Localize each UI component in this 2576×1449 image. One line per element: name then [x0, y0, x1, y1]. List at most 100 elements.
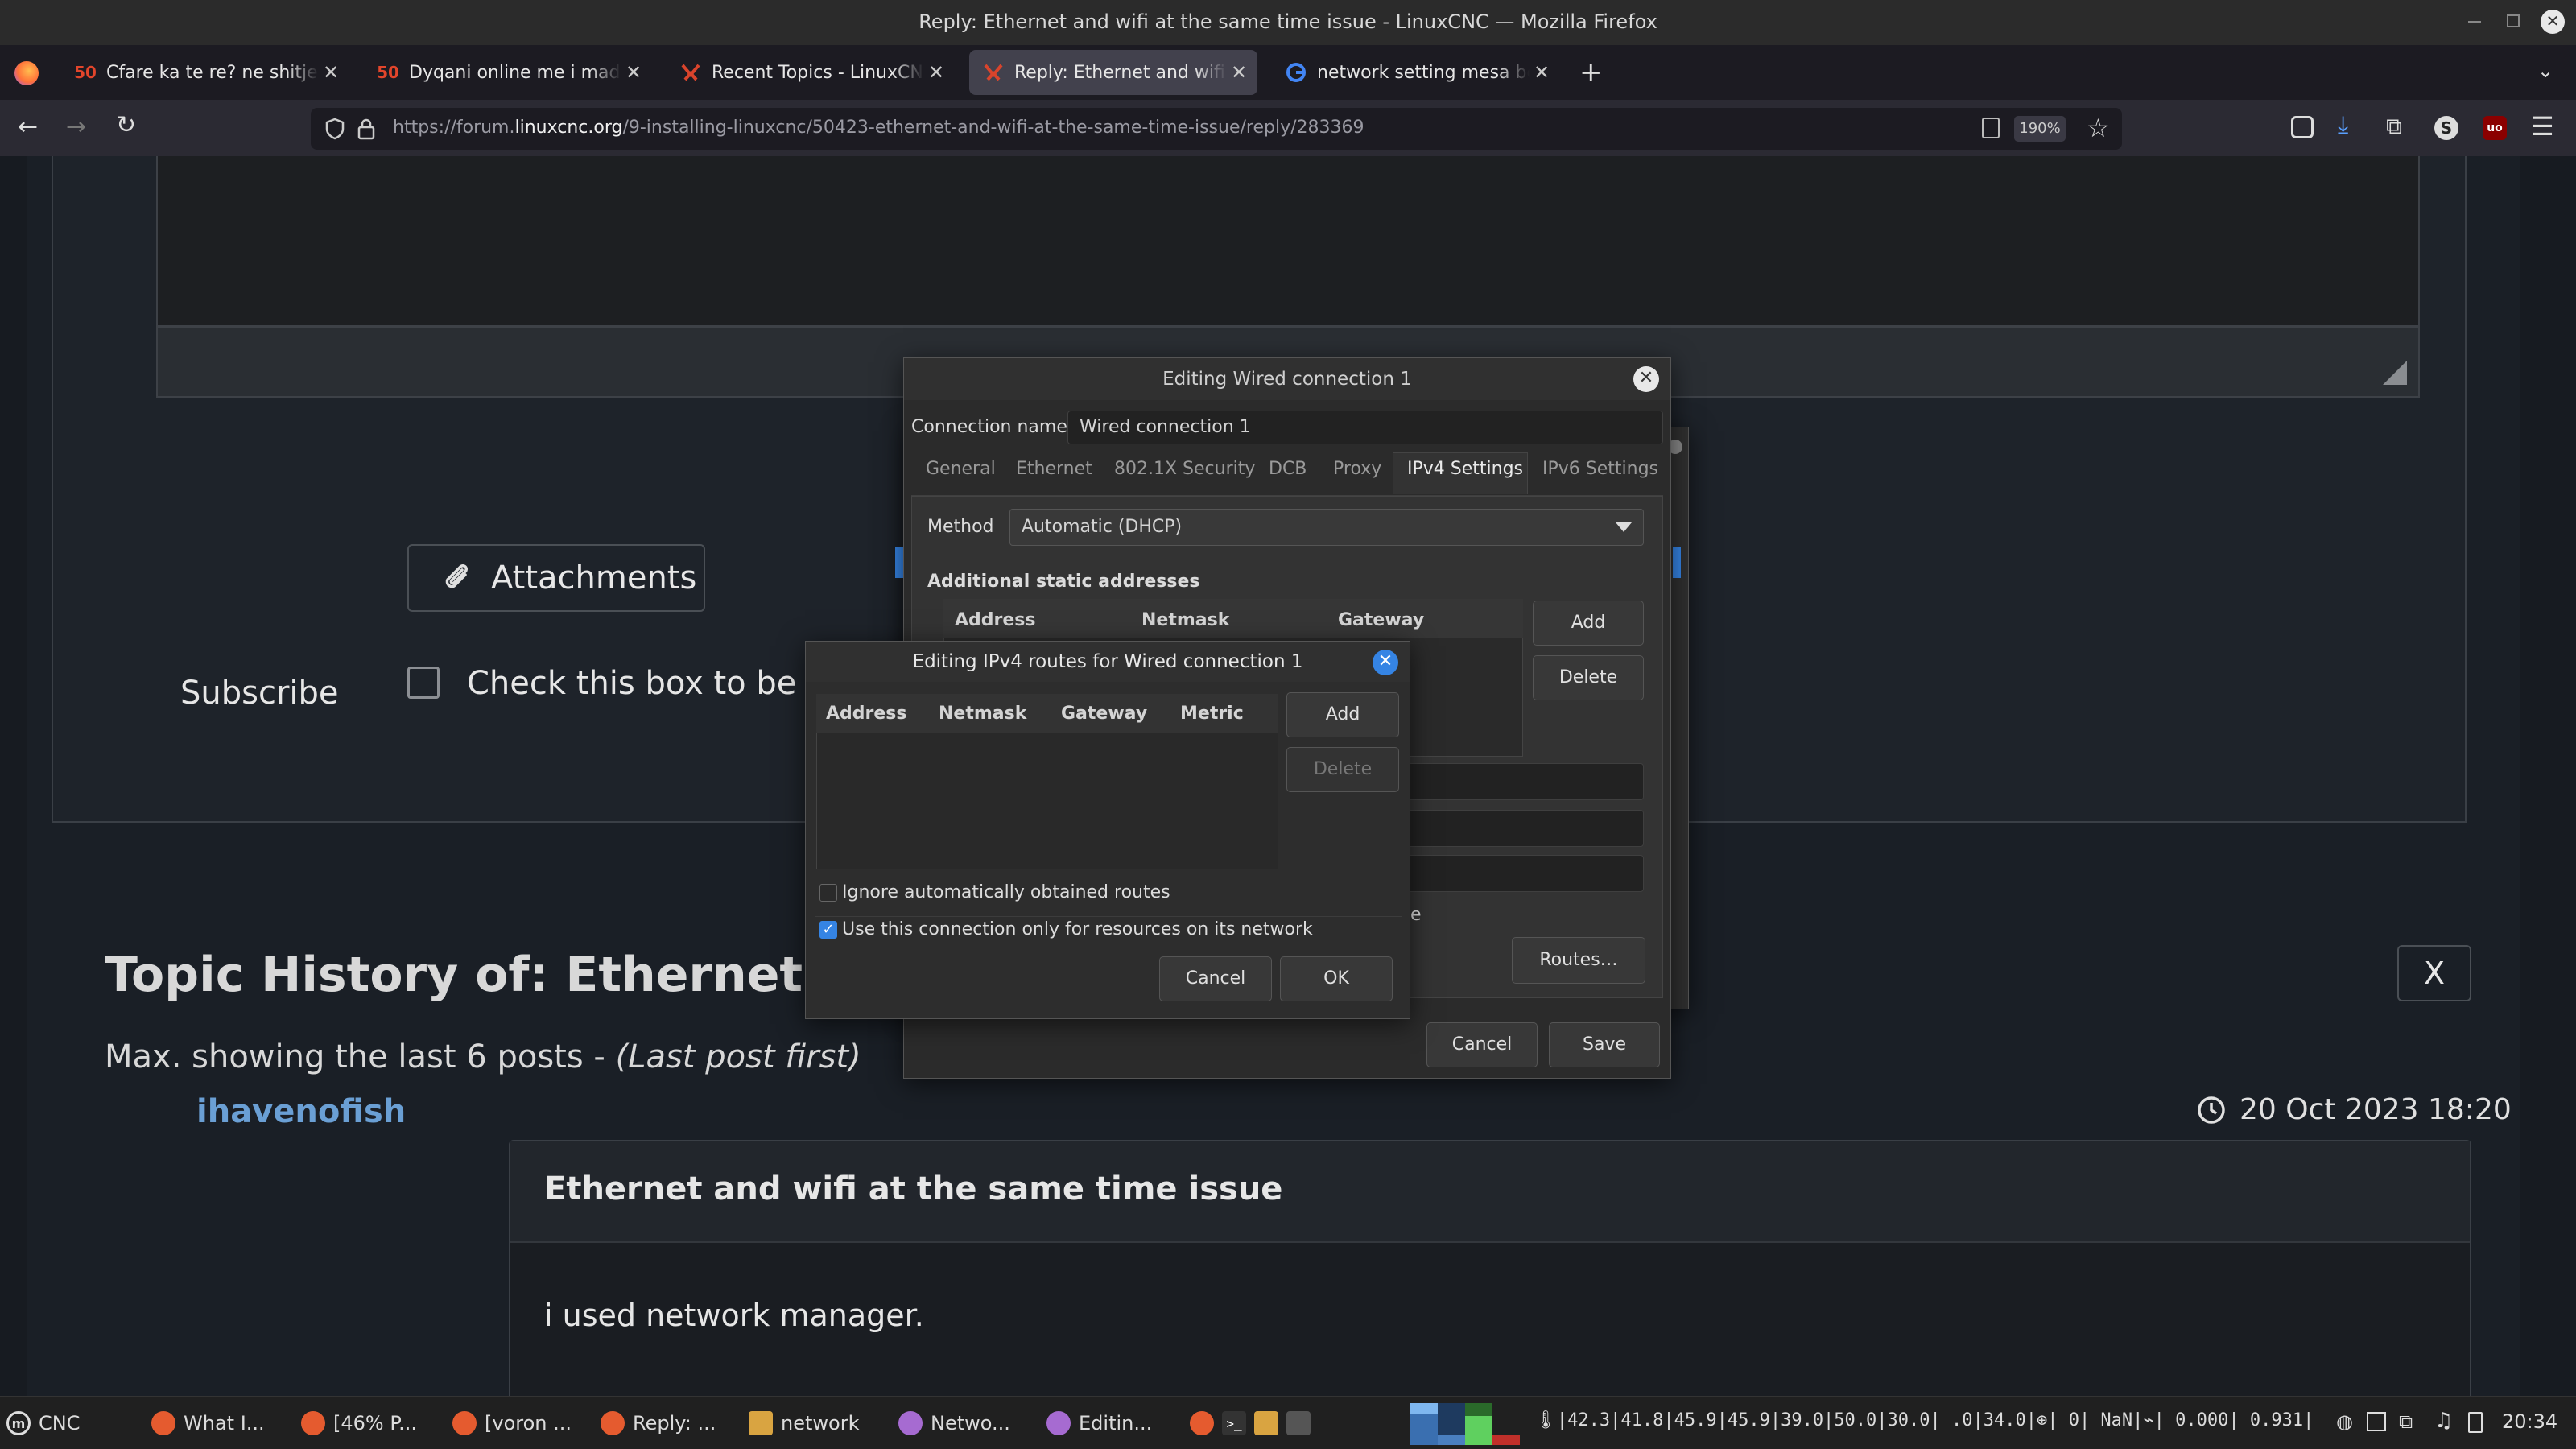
routes-col-metric[interactable]: Metric	[1180, 704, 1244, 724]
tray-icon-1[interactable]: ◍	[2336, 1410, 2353, 1433]
tray-icon-2[interactable]	[2367, 1412, 2386, 1431]
url-bar[interactable]: https://forum.linuxcnc.org/9-installing-…	[311, 108, 2122, 150]
tab-1[interactable]: 50 Cfare ka te re? ne shitje - Bl ✕	[61, 50, 349, 95]
routes-col-address[interactable]: Address	[826, 704, 906, 724]
routes-cancel-button[interactable]: Cancel	[1159, 956, 1272, 1001]
subscribe-checkbox[interactable]	[407, 667, 440, 699]
tab-2[interactable]: 50 Dyqani online me i madh pe ✕	[364, 50, 652, 95]
col-netmask[interactable]: Netmask	[1141, 610, 1229, 630]
close-tab-icon[interactable]: ✕	[1227, 61, 1251, 84]
clapperboard-icon[interactable]	[1286, 1411, 1311, 1435]
connection-save-button[interactable]: Save	[1549, 1022, 1660, 1067]
list-tabs-icon[interactable]: ⌄	[2537, 60, 2553, 82]
delete-address-button[interactable]: Delete	[1533, 655, 1644, 700]
attachments-button[interactable]: Attachments	[407, 544, 705, 612]
ignore-routes-checkbox[interactable]	[819, 884, 837, 902]
reader-view-icon[interactable]	[1982, 118, 2000, 138]
tab-5[interactable]: network setting mesa boarc ✕	[1272, 50, 1560, 95]
routes-ok-button[interactable]: OK	[1280, 956, 1393, 1001]
shield-icon[interactable]	[325, 118, 345, 140]
close-tab-icon[interactable]: ✕	[1530, 61, 1554, 84]
tab-8021x-security[interactable]: 802.1X Security	[1114, 459, 1255, 479]
ignore-routes-label[interactable]: Ignore automatically obtained routes	[842, 882, 1170, 902]
ublock-icon[interactable]: uo	[2483, 116, 2507, 140]
taskbar-item-5[interactable]: network	[749, 1406, 859, 1440]
col-address[interactable]: Address	[955, 610, 1035, 630]
tab-dcb[interactable]: DCB	[1269, 459, 1307, 479]
tab-proxy[interactable]: Proxy	[1333, 459, 1381, 479]
account-icon[interactable]: S	[2434, 116, 2458, 140]
sound-icon[interactable]: ♫	[2434, 1409, 2453, 1433]
zoom-level-button[interactable]: 190%	[2014, 116, 2066, 142]
routes-col-netmask[interactable]: Netmask	[939, 704, 1026, 724]
task-label: network	[781, 1412, 860, 1435]
url-text[interactable]: https://forum.linuxcnc.org/9-installing-…	[393, 118, 1364, 138]
battery-icon[interactable]	[2468, 1412, 2483, 1433]
window-close-icon[interactable]: ✕	[2541, 10, 2565, 34]
network-tray-icon[interactable]: ⧉	[2399, 1410, 2413, 1433]
close-tab-icon[interactable]: ✕	[319, 61, 343, 84]
tab-3[interactable]: Recent Topics - LinuxCNC ✕	[667, 50, 955, 95]
tab-4-active[interactable]: Reply: Ethernet and wifi at t ✕	[969, 50, 1257, 95]
reload-icon[interactable]: ↻	[116, 111, 136, 139]
tab-ipv4-settings[interactable]: IPv4 Settings	[1407, 459, 1523, 479]
close-tab-icon[interactable]: ✕	[621, 61, 646, 84]
clock-time[interactable]: 20:34	[2502, 1410, 2557, 1433]
taskbar-item-3[interactable]: [voron ...	[452, 1406, 572, 1440]
routes-col-gateway[interactable]: Gateway	[1061, 704, 1147, 724]
tab-ipv6-settings[interactable]: IPv6 Settings	[1542, 459, 1658, 479]
add-route-button[interactable]: Add	[1286, 692, 1399, 737]
forward-icon[interactable]: →	[66, 113, 86, 141]
taskbar-item-4[interactable]: Reply: ...	[601, 1406, 716, 1440]
minimize-icon[interactable]	[2468, 21, 2481, 23]
maximize-icon[interactable]	[2507, 14, 2520, 27]
tab-ethernet[interactable]: Ethernet	[1016, 459, 1092, 479]
download-icon[interactable]: ⤓	[2338, 111, 2348, 139]
close-history-button[interactable]: X	[2397, 945, 2471, 1001]
tab-favicon: 50	[74, 63, 97, 82]
use-only-checkbox[interactable]: ✓	[819, 921, 837, 939]
add-address-button[interactable]: Add	[1533, 601, 1644, 646]
back-icon[interactable]: ←	[18, 113, 38, 141]
lock-icon[interactable]	[357, 118, 375, 140]
new-tab-icon[interactable]: +	[1579, 56, 1603, 89]
extensions-icon[interactable]: ⧉	[2386, 113, 2402, 140]
browser-launcher-icon[interactable]	[1190, 1411, 1214, 1435]
task-label: [voron ...	[485, 1412, 572, 1435]
resize-grip-icon[interactable]	[2383, 361, 2407, 385]
tab-general[interactable]: General	[926, 459, 996, 479]
bookmark-star-icon[interactable]: ☆	[2087, 113, 2110, 143]
google-favicon	[1285, 61, 1307, 84]
firefox-icon[interactable]	[14, 61, 39, 85]
disk-graph	[1492, 1435, 1520, 1445]
subscribe-checkbox-label[interactable]: Check this box to be notified	[467, 665, 805, 702]
connection-dialog-close-icon[interactable]: ✕	[1633, 366, 1659, 392]
routes-button[interactable]: Routes…	[1512, 937, 1645, 984]
use-only-label[interactable]: Use this connection only for resources o…	[842, 919, 1313, 939]
topic-history-subtitle: Max. showing the last 6 posts - (Last po…	[105, 1038, 861, 1075]
pocket-icon[interactable]	[2291, 116, 2314, 138]
close-tab-icon[interactable]: ✕	[924, 61, 948, 84]
topic-history-title: Topic History of: Ethernet and wifi at t…	[105, 947, 813, 1003]
col-gateway[interactable]: Gateway	[1338, 610, 1424, 630]
message-editor[interactable]	[156, 156, 2420, 327]
method-label: Method	[927, 517, 994, 537]
taskbar-item-7[interactable]: Editin...	[1046, 1406, 1152, 1440]
page-right-gutter	[2520, 156, 2576, 1396]
start-menu-button[interactable]: m CNC	[6, 1406, 80, 1440]
connection-name-field[interactable]: Wired connection 1	[1067, 411, 1663, 444]
delete-route-button[interactable]: Delete	[1286, 747, 1399, 792]
method-dropdown[interactable]: Automatic (DHCP)	[1009, 509, 1644, 546]
taskbar-item-6[interactable]: Netwo...	[898, 1406, 1010, 1440]
post-author-link[interactable]: ihavenofish	[196, 1093, 406, 1130]
routes-dialog-close-icon[interactable]: ✕	[1373, 650, 1398, 675]
taskbar-item-1[interactable]: What I...	[151, 1406, 265, 1440]
connection-cancel-button[interactable]: Cancel	[1426, 1022, 1538, 1067]
file-manager-icon[interactable]	[1254, 1411, 1278, 1435]
terminal-icon[interactable]: >_	[1222, 1411, 1246, 1435]
menu-hamburger-icon[interactable]: ☰	[2531, 111, 2554, 142]
browser-app-icon	[452, 1411, 477, 1435]
task-label: Reply: ...	[633, 1412, 716, 1435]
cpu-graph-peak	[1410, 1403, 1438, 1414]
taskbar-item-2[interactable]: [46% P...	[301, 1406, 417, 1440]
